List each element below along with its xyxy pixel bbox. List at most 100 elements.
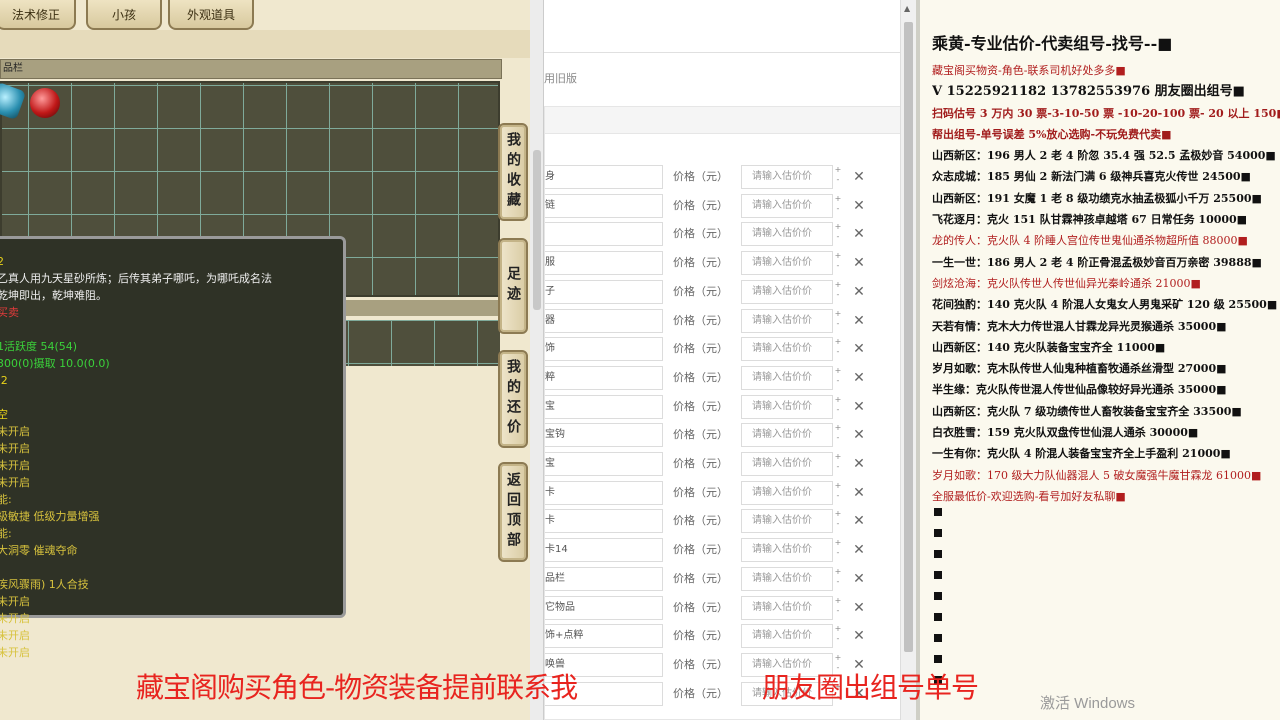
price-input[interactable]: 请输入估价价 xyxy=(741,279,833,304)
delete-row-close-icon[interactable]: ✕ xyxy=(851,625,867,647)
stepper-up-icon[interactable]: + xyxy=(833,309,843,319)
stepper-up-icon[interactable]: + xyxy=(833,337,843,347)
scrollbar-thumb[interactable] xyxy=(904,22,913,652)
stepper-up-icon[interactable]: + xyxy=(833,251,843,261)
delete-row-close-icon[interactable]: ✕ xyxy=(851,195,867,217)
stepper-up-icon[interactable]: + xyxy=(833,165,843,175)
price-stepper[interactable]: + - xyxy=(833,423,843,447)
price-input[interactable]: 请输入估价价 xyxy=(741,222,833,247)
item-category-field[interactable]: 饰+点粹 xyxy=(545,624,663,649)
price-stepper[interactable]: + - xyxy=(833,222,843,246)
stepper-down-icon[interactable]: - xyxy=(833,433,843,443)
left-scrollbar-thumb[interactable] xyxy=(533,150,541,310)
stepper-up-icon[interactable]: + xyxy=(833,567,843,577)
stepper-down-icon[interactable]: - xyxy=(833,376,843,386)
price-input[interactable]: 请输入估价价 xyxy=(741,337,833,362)
item-category-field[interactable]: 宝 xyxy=(545,452,663,476)
item-category-field[interactable]: 卡14 xyxy=(545,538,663,563)
footprints-button[interactable]: 足迹 xyxy=(498,238,528,334)
old-version-link[interactable]: 用旧版 xyxy=(544,70,577,86)
price-stepper[interactable]: + - xyxy=(833,452,843,476)
red-gem-item-icon[interactable] xyxy=(30,88,60,118)
stepper-down-icon[interactable]: - xyxy=(833,405,843,415)
scroll-up-arrow-icon[interactable]: ▲ xyxy=(904,4,910,13)
item-category-field[interactable] xyxy=(545,222,663,247)
delete-row-close-icon[interactable]: ✕ xyxy=(851,453,867,475)
price-stepper[interactable]: + - xyxy=(833,481,843,505)
price-input[interactable]: 请输入估价价 xyxy=(741,251,833,276)
item-category-field[interactable]: 身 xyxy=(545,165,663,189)
stepper-up-icon[interactable]: + xyxy=(833,452,843,462)
browser-scrollbar[interactable]: ▲ xyxy=(900,0,916,720)
tab-spell-correction[interactable]: 法术修正 xyxy=(0,0,76,30)
stepper-up-icon[interactable]: + xyxy=(833,538,843,548)
price-input[interactable]: 请输入估价价 xyxy=(741,423,833,448)
item-category-field[interactable]: 卡 xyxy=(545,480,663,505)
price-stepper[interactable]: + - xyxy=(833,596,843,620)
price-input[interactable]: 请输入估价价 xyxy=(741,365,833,390)
item-category-field[interactable]: 卡 xyxy=(545,509,663,534)
stepper-down-icon[interactable]: - xyxy=(833,634,843,644)
stepper-up-icon[interactable]: + xyxy=(833,624,843,634)
stepper-up-icon[interactable]: + xyxy=(833,423,843,433)
stepper-up-icon[interactable]: + xyxy=(833,509,843,519)
back-to-top-button[interactable]: 返回顶部 xyxy=(498,462,528,562)
price-input[interactable]: 请输入估价价 xyxy=(741,538,833,563)
item-category-field[interactable]: 服 xyxy=(545,251,663,276)
price-stepper[interactable]: + - xyxy=(833,395,843,419)
stepper-up-icon[interactable]: + xyxy=(833,222,843,232)
item-category-field[interactable]: 饰 xyxy=(545,337,663,362)
price-stepper[interactable]: + - xyxy=(833,538,843,562)
tab-child[interactable]: 小孩 xyxy=(86,0,162,30)
price-stepper[interactable]: + - xyxy=(833,567,843,591)
item-category-field[interactable]: 粹 xyxy=(545,365,663,390)
delete-row-close-icon[interactable]: ✕ xyxy=(851,539,867,561)
delete-row-close-icon[interactable]: ✕ xyxy=(851,338,867,360)
price-input[interactable]: 请输入估价价 xyxy=(741,509,833,534)
item-category-field[interactable]: 品栏 xyxy=(545,566,663,591)
delete-row-close-icon[interactable]: ✕ xyxy=(851,281,867,303)
item-category-field[interactable]: 宝 xyxy=(545,394,663,419)
left-scrollbar[interactable] xyxy=(530,0,544,720)
stepper-down-icon[interactable]: - xyxy=(833,606,843,616)
secondary-inventory-grid[interactable] xyxy=(340,320,500,366)
price-stepper[interactable]: + - xyxy=(833,624,843,648)
item-category-field[interactable]: 器 xyxy=(545,308,663,333)
delete-row-close-icon[interactable]: ✕ xyxy=(851,424,867,446)
price-input[interactable]: 请输入估价价 xyxy=(741,566,833,591)
stepper-up-icon[interactable]: + xyxy=(833,194,843,204)
stepper-down-icon[interactable]: - xyxy=(833,577,843,587)
stepper-up-icon[interactable]: + xyxy=(833,366,843,376)
price-stepper[interactable]: + - xyxy=(833,194,843,218)
stepper-up-icon[interactable]: + xyxy=(833,653,843,663)
stepper-down-icon[interactable]: - xyxy=(833,319,843,329)
price-input[interactable]: 请输入估价价 xyxy=(741,452,833,476)
price-input[interactable]: 请输入估价价 xyxy=(741,394,833,419)
price-input[interactable]: 请输入估价价 xyxy=(741,193,833,218)
price-input[interactable]: 请输入估价价 xyxy=(741,165,833,189)
delete-row-close-icon[interactable]: ✕ xyxy=(851,597,867,619)
delete-row-close-icon[interactable]: ✕ xyxy=(851,396,867,418)
delete-row-close-icon[interactable]: ✕ xyxy=(851,223,867,245)
stepper-up-icon[interactable]: + xyxy=(833,395,843,405)
price-stepper[interactable]: + - xyxy=(833,366,843,390)
item-category-field[interactable]: 宝钩 xyxy=(545,423,663,448)
item-category-field[interactable]: 子 xyxy=(545,279,663,304)
price-stepper[interactable]: + - xyxy=(833,280,843,304)
tab-appearance-items[interactable]: 外观道具 xyxy=(168,0,254,30)
delete-row-close-icon[interactable]: ✕ xyxy=(851,166,867,188)
stepper-up-icon[interactable]: + xyxy=(833,481,843,491)
price-input[interactable]: 请输入估价价 xyxy=(741,480,833,505)
price-stepper[interactable]: + - xyxy=(833,251,843,275)
stepper-down-icon[interactable]: - xyxy=(833,290,843,300)
price-stepper[interactable]: + - xyxy=(833,509,843,533)
stepper-down-icon[interactable]: - xyxy=(833,519,843,529)
delete-row-close-icon[interactable]: ✕ xyxy=(851,310,867,332)
stepper-down-icon[interactable]: - xyxy=(833,204,843,214)
price-input[interactable]: 请输入估价价 xyxy=(741,595,833,620)
item-category-field[interactable]: 链 xyxy=(545,193,663,218)
stepper-down-icon[interactable]: - xyxy=(833,347,843,357)
my-favorites-button[interactable]: 我的收藏 xyxy=(498,123,528,221)
price-stepper[interactable]: + - xyxy=(833,337,843,361)
delete-row-close-icon[interactable]: ✕ xyxy=(851,367,867,389)
